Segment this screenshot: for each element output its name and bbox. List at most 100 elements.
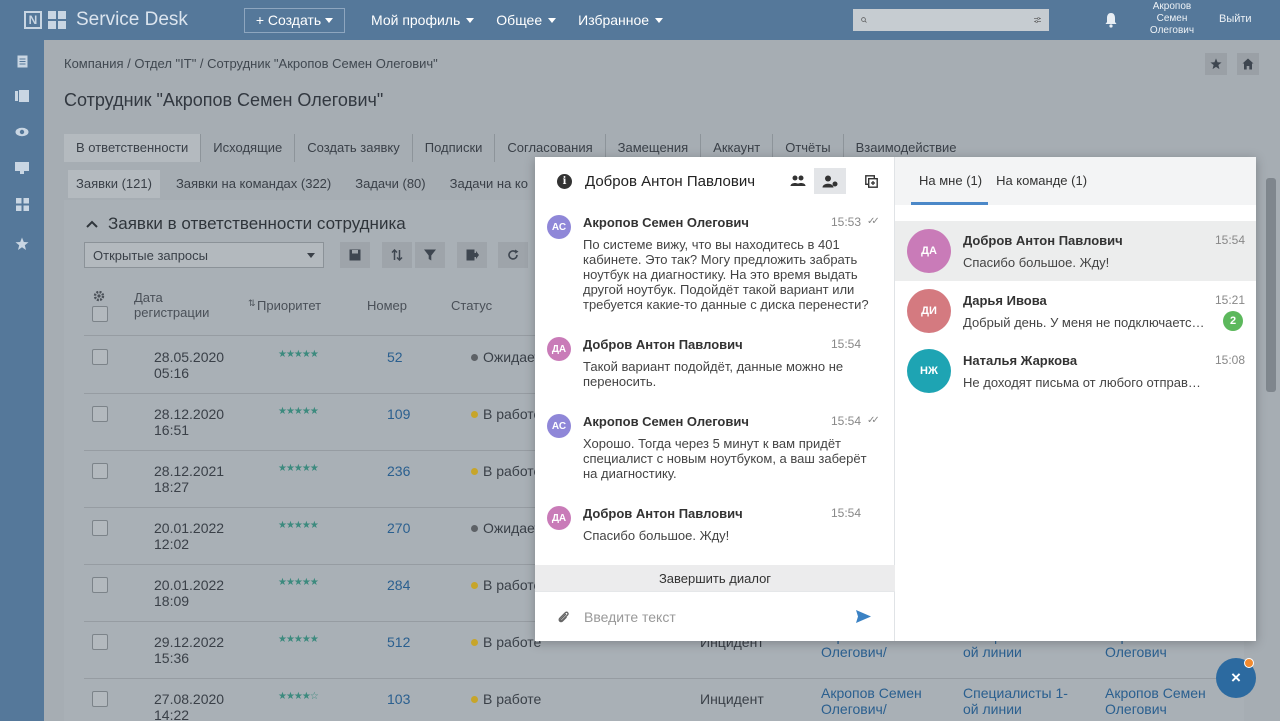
filter-button[interactable] <box>415 242 445 268</box>
send-icon[interactable] <box>856 610 871 623</box>
row-checkbox[interactable] <box>92 691 108 707</box>
end-dialog-button[interactable]: Завершить диалог <box>535 565 895 591</box>
column-number[interactable]: Номер <box>367 298 407 313</box>
avatar: НЖ <box>907 349 951 393</box>
gear-icon[interactable] <box>93 290 105 305</box>
breadcrumb[interactable]: Компания / Отдел "IT" / Сотрудник "Акроп… <box>64 56 438 71</box>
paperclip-icon[interactable] <box>557 610 570 624</box>
line-2: Олегович/ <box>821 644 887 660</box>
home-button[interactable] <box>1237 53 1259 75</box>
nav-label: Мой профиль <box>371 12 461 28</box>
row-responsible-link[interactable]: Акропов СеменОлегович/ <box>821 685 922 717</box>
row-date-time: 15:36 <box>154 650 190 666</box>
copy-button[interactable] <box>855 168 887 194</box>
status-dot <box>471 638 478 646</box>
create-button[interactable]: + Создать <box>244 7 345 33</box>
message-input[interactable] <box>584 608 856 625</box>
subtab-requests[interactable]: Заявки (121) <box>68 170 160 198</box>
row-number-link[interactable]: 52 <box>387 349 403 365</box>
filter-select[interactable]: Открытые запросы <box>84 242 324 268</box>
info-icon[interactable]: i <box>557 173 572 189</box>
row-checkbox[interactable] <box>92 349 108 365</box>
tab-on-team[interactable]: На команде (1) <box>996 157 1087 205</box>
message-text: Спасибо большое. Жду! <box>583 528 730 543</box>
row-date-time: 18:27 <box>154 479 190 495</box>
logout-link[interactable]: Выйти <box>1219 13 1252 25</box>
row-number-link[interactable]: 284 <box>387 577 410 593</box>
eye-icon[interactable] <box>14 124 30 140</box>
page-scrollbar[interactable] <box>1266 178 1276 392</box>
conversation-name: Наталья Жаркова <box>963 353 1078 368</box>
row-status: В работе <box>471 577 541 593</box>
tab-create-request[interactable]: Создать заявку <box>295 134 413 162</box>
filter-settings-icon[interactable] <box>1034 14 1041 26</box>
grid-icon[interactable] <box>14 196 30 212</box>
sort-button[interactable] <box>382 242 412 268</box>
row-number-link[interactable]: 512 <box>387 634 410 650</box>
chat-contact-name: Добров Антон Павлович <box>585 172 756 190</box>
user-name[interactable]: Акропов Семен Олегович <box>1144 1 1200 37</box>
bell-icon[interactable] <box>1104 12 1118 28</box>
refresh-button[interactable] <box>498 242 528 268</box>
tab-on-me[interactable]: На мне (1) <box>910 157 989 205</box>
row-checkbox[interactable] <box>92 634 108 650</box>
tab-subscriptions[interactable]: Подписки <box>413 134 496 162</box>
column-priority[interactable]: Приоритет <box>257 298 321 313</box>
tab-responsibility[interactable]: В ответственности <box>64 134 202 162</box>
status-dot <box>471 353 478 361</box>
conversation-name: Добров Антон Павлович <box>963 233 1123 248</box>
conversation-tabs: На мне (1) На команде (1) <box>895 157 1256 205</box>
row-date: 20.01.2022 12:02 <box>154 520 224 552</box>
column-status[interactable]: Статус <box>451 298 492 313</box>
export-icon <box>466 249 479 261</box>
section-title[interactable]: Заявки в ответственности сотрудника <box>86 214 406 234</box>
logo[interactable]: N Service Desk <box>0 9 228 31</box>
avatar: ДИ <box>907 289 951 333</box>
book-icon[interactable] <box>14 88 30 104</box>
subtab-team-tasks[interactable]: Задачи на ко <box>442 170 536 198</box>
nav-general[interactable]: Общее <box>496 12 557 28</box>
message-text: По системе вижу, что вы находитесь в 401… <box>583 237 869 312</box>
home-icon <box>1242 58 1254 70</box>
user-name-line: Олегович <box>1149 25 1195 36</box>
export-button[interactable] <box>457 242 487 268</box>
monitor-icon[interactable] <box>14 160 30 176</box>
table-row[interactable]: 27.08.2020 14:22 ★★★★☆ 103 В работе Инцидент А… <box>84 679 1244 721</box>
message-composer <box>535 591 895 641</box>
column-date[interactable]: Дата регистрации <box>134 290 224 320</box>
save-button[interactable] <box>340 242 370 268</box>
conversation-item[interactable]: НЖ Наталья Жаркова 15:08 Не доходят письма … <box>895 341 1256 401</box>
document-icon[interactable] <box>14 53 30 69</box>
favorite-star-button[interactable] <box>1205 53 1227 75</box>
row-number-link[interactable]: 103 <box>387 691 410 707</box>
row-checkbox[interactable] <box>92 577 108 593</box>
select-all-checkbox[interactable] <box>92 306 108 322</box>
assign-user-button[interactable] <box>814 168 846 194</box>
tab-outgoing[interactable]: Исходящие <box>201 134 296 162</box>
chevron-down-icon <box>655 17 664 23</box>
search-input[interactable] <box>873 13 1028 27</box>
nav-favorites[interactable]: Избранное <box>578 12 664 28</box>
subtab-tasks[interactable]: Задачи (80) <box>347 170 433 198</box>
conversation-item[interactable]: ДА Добров Антон Павлович 15:54 Спасибо боль… <box>895 221 1256 281</box>
chat-dialog: i Добров Антон Павлович АС Акропов Семен … <box>535 157 895 641</box>
row-checkbox[interactable] <box>92 406 108 422</box>
messages-list[interactable]: АС Акропов Семен Олегович 15:53 ✓✓ По систем… <box>535 205 895 565</box>
conversation-item[interactable]: ДИ Дарья Ивова 15:21 Добрый день. У меня не… <box>895 281 1256 341</box>
row-checkbox[interactable] <box>92 520 108 536</box>
row-initiator-link[interactable]: Акропов СеменОлегович <box>1105 685 1206 717</box>
nav-my-profile[interactable]: Мой профиль <box>371 12 475 28</box>
avatar: ДА <box>547 337 571 361</box>
subtab-team-requests[interactable]: Заявки на командах (322) <box>168 170 339 198</box>
row-number-link[interactable]: 109 <box>387 406 410 422</box>
message-time: 15:54 <box>831 337 862 351</box>
user-name-line: Семен <box>1156 13 1188 24</box>
row-number-link[interactable]: 236 <box>387 463 410 479</box>
row-checkbox[interactable] <box>92 463 108 479</box>
star-icon[interactable] <box>14 236 30 252</box>
status-dot <box>471 524 478 532</box>
row-team-link[interactable]: Специалисты 1-ой линии <box>963 685 1068 717</box>
group-button[interactable] <box>782 168 814 194</box>
row-number-link[interactable]: 270 <box>387 520 410 536</box>
sort-icon: ⇅ <box>248 298 256 308</box>
